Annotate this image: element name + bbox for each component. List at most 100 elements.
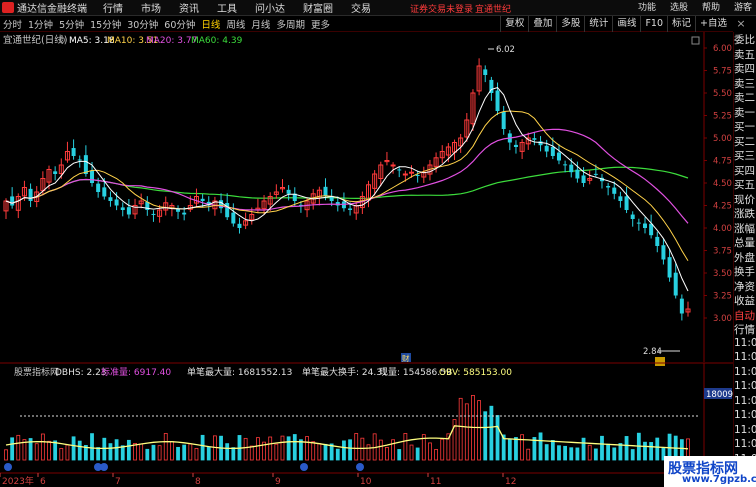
close-icon[interactable]: × xyxy=(734,16,748,32)
volume-bar xyxy=(176,446,180,461)
tool-button-7[interactable]: +自选 xyxy=(695,16,731,32)
candle-body-down xyxy=(667,257,672,278)
indicator-name[interactable]: 股票指标网 xyxy=(14,366,59,378)
candle-body-down xyxy=(323,186,328,197)
price-tick-label: 5.75 xyxy=(713,67,732,77)
side-panel-item: 买三 xyxy=(734,150,755,162)
candle-body-down xyxy=(219,200,224,209)
period-tab-5[interactable]: 60分钟 xyxy=(164,17,195,31)
volume-bar xyxy=(434,449,438,461)
period-tab-3[interactable]: 15分钟 xyxy=(90,17,121,31)
volume-bar xyxy=(286,436,291,461)
menu-wealth[interactable]: 财富圈 xyxy=(303,0,333,15)
low-label: 2.84 xyxy=(643,347,662,357)
period-tab-9[interactable]: 多周期 xyxy=(276,17,305,31)
price-tick-label: 4.00 xyxy=(713,224,732,234)
menu-trade[interactable]: 交易 xyxy=(351,0,371,15)
side-panel-item: 净资 xyxy=(734,280,755,293)
volume-bar xyxy=(231,447,236,461)
chart-tools: 复权 叠加 多股 统计 画线 F10 标记 +自选 xyxy=(500,16,731,32)
event-icon xyxy=(4,463,12,471)
side-panel-item: 11:00 xyxy=(734,423,756,436)
tool-button-1[interactable]: 叠加 xyxy=(528,16,556,32)
event-icon xyxy=(356,463,364,471)
obv-line xyxy=(5,425,689,450)
candle-body-down xyxy=(108,197,113,201)
candle-body-down xyxy=(563,164,568,166)
volume-bars xyxy=(4,394,700,461)
period-tab-4[interactable]: 30分钟 xyxy=(127,17,158,31)
volume-bar xyxy=(206,446,211,461)
volume-bar xyxy=(514,437,518,461)
panel-maximize-icon[interactable] xyxy=(691,36,700,45)
menu-help[interactable]: 帮助 xyxy=(702,0,720,16)
tool-button-3[interactable]: 统计 xyxy=(584,16,612,32)
volume-bar xyxy=(569,447,574,461)
menu-tools[interactable]: 工具 xyxy=(217,0,237,15)
price-tick-label: 4.50 xyxy=(713,179,732,189)
volume-bar xyxy=(323,443,328,461)
period-tab-6[interactable]: 日线 xyxy=(201,17,220,31)
period-tab-8[interactable]: 月线 xyxy=(251,17,270,31)
chart-canvas[interactable]: 宜通世纪(日线) MA5: 3.18 MA10: 3.51 MA20: 3.77… xyxy=(0,32,733,487)
candle-body-down xyxy=(114,199,119,206)
tool-button-4[interactable]: 画线 xyxy=(612,16,640,32)
period-tab-7[interactable]: 周线 xyxy=(226,17,245,31)
volume-bar xyxy=(65,444,70,461)
finance-event-marker[interactable]: 财 xyxy=(402,353,410,363)
candle-body-down xyxy=(642,223,647,228)
price-tick-label: 5.25 xyxy=(713,112,732,122)
side-panel-item: 外盘 xyxy=(734,251,755,264)
side-panel-item: 自动 xyxy=(734,309,755,322)
side-panel-item: 现价 xyxy=(734,193,755,206)
period-tab-2[interactable]: 5分钟 xyxy=(59,17,84,31)
volume-bar xyxy=(575,447,580,461)
candle-body-down xyxy=(569,164,574,173)
trade-status-notice[interactable]: 证券交易未登录 xyxy=(410,2,473,15)
period-tab-1[interactable]: 1分钟 xyxy=(28,17,53,31)
menu-ask[interactable]: 问小达 xyxy=(255,0,285,15)
max-single-volume: 单笔最大量: 1681552.13 xyxy=(187,366,292,378)
volume-bar xyxy=(34,443,39,461)
candle-body-down xyxy=(513,144,518,147)
volume-bar xyxy=(649,442,654,461)
volume-bar xyxy=(483,411,488,461)
candle-body-down xyxy=(606,185,611,188)
price-tick-label: 3.00 xyxy=(713,314,732,324)
candle-body-down xyxy=(231,212,236,224)
tool-button-2[interactable]: 多股 xyxy=(556,16,584,32)
menu-guest[interactable]: 游客 xyxy=(734,0,752,16)
volume-bar xyxy=(526,448,531,461)
event-badge[interactable] xyxy=(655,357,665,366)
candle-body-down xyxy=(673,272,678,296)
menu-market[interactable]: 市场 xyxy=(141,0,161,15)
menu-quotes[interactable]: 行情 xyxy=(103,0,123,15)
side-panel-item: 委比 xyxy=(734,34,755,46)
candle-body-down xyxy=(71,148,76,156)
side-panel-item: 涨跌 xyxy=(734,208,755,220)
tool-button-6[interactable]: 标记 xyxy=(667,16,695,32)
menu-news[interactable]: 资讯 xyxy=(179,0,199,15)
volume-bar xyxy=(557,445,561,461)
period-tab-0[interactable]: 分时 xyxy=(3,17,22,31)
period-tab-10[interactable]: 更多 xyxy=(311,17,330,31)
candle-body-down xyxy=(28,188,33,201)
candle-body-down xyxy=(661,245,666,260)
volume-bar xyxy=(335,448,340,461)
volume-bar xyxy=(182,444,187,461)
menu-stock-pick[interactable]: 选股 xyxy=(670,0,688,16)
volume-bar xyxy=(563,445,568,461)
menu-function[interactable]: 功能 xyxy=(638,0,656,16)
time-axis-label: 8 xyxy=(195,477,201,487)
tool-button-0[interactable]: 复权 xyxy=(500,16,528,32)
price-tick-label: 3.50 xyxy=(713,269,732,279)
candle-body-down xyxy=(630,214,635,219)
candle-body-down xyxy=(90,170,95,183)
volume-bar xyxy=(581,437,586,461)
candle-body-up xyxy=(390,164,396,167)
candle-body-down xyxy=(624,196,629,210)
time-axis-label: 6 xyxy=(40,477,46,487)
tool-button-5[interactable]: F10 xyxy=(640,16,667,32)
side-panel-item: 11:00 xyxy=(734,365,756,378)
volume-bar xyxy=(243,437,248,461)
